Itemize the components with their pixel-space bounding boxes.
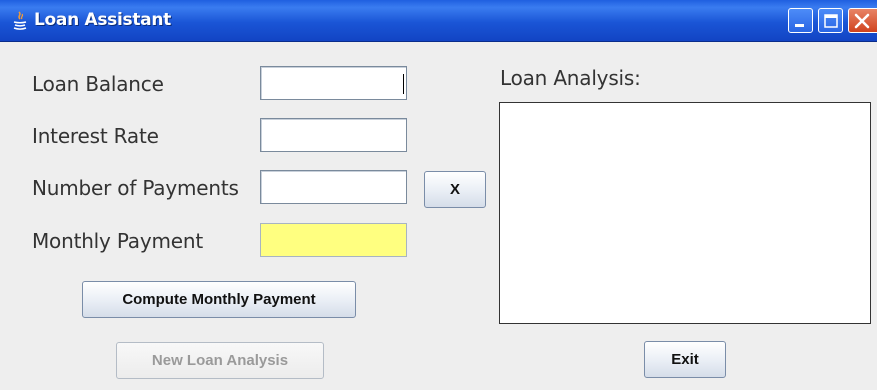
toggle-x-button[interactable]: X	[424, 171, 486, 208]
text-caret	[403, 74, 404, 94]
close-button[interactable]	[848, 8, 877, 33]
interest-rate-label: Interest Rate	[32, 124, 159, 148]
loan-balance-input[interactable]	[260, 66, 407, 100]
java-icon	[12, 11, 28, 31]
compute-monthly-payment-button[interactable]: Compute Monthly Payment	[82, 281, 356, 318]
minimize-button[interactable]	[788, 8, 813, 33]
loan-assistant-window: Loan Assistant Loan Balance Interest Rat…	[0, 0, 877, 390]
number-of-payments-label: Number of Payments	[32, 176, 239, 200]
maximize-icon	[824, 14, 838, 28]
monthly-payment-label: Monthly Payment	[32, 229, 203, 253]
close-icon	[854, 13, 870, 29]
loan-analysis-label: Loan Analysis:	[500, 66, 641, 90]
title-bar[interactable]: Loan Assistant	[0, 0, 877, 42]
number-of-payments-input[interactable]	[260, 170, 407, 204]
loan-balance-label: Loan Balance	[32, 72, 164, 96]
interest-rate-input[interactable]	[260, 118, 407, 152]
loan-analysis-textarea[interactable]	[499, 102, 871, 324]
window-title: Loan Assistant	[34, 10, 171, 30]
new-loan-analysis-button: New Loan Analysis	[116, 342, 324, 379]
minimize-icon	[795, 24, 804, 27]
monthly-payment-output	[260, 223, 407, 257]
exit-button[interactable]: Exit	[644, 341, 726, 378]
maximize-button[interactable]	[818, 8, 843, 33]
